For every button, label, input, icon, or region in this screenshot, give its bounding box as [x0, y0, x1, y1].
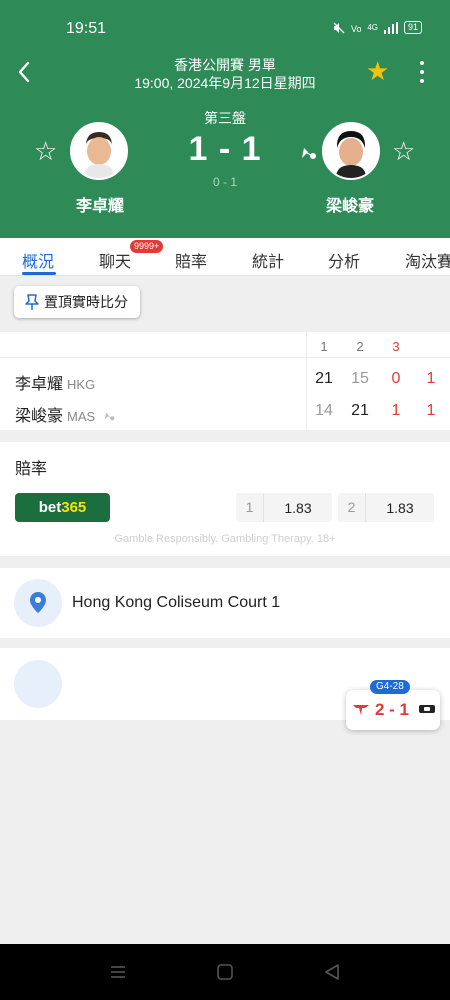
score-cell: 0	[391, 370, 401, 387]
set-3-header: 3	[392, 339, 400, 354]
total-cell: 1	[426, 402, 436, 419]
status-icons: Vo 4G 91	[333, 21, 422, 34]
back-nav-icon[interactable]	[322, 962, 342, 982]
venue-name: Hong Kong Coliseum Court 1	[72, 594, 281, 611]
location-pin-icon	[14, 579, 62, 627]
odds-option-2[interactable]: 2 1.83	[338, 493, 434, 522]
header-divider	[0, 357, 450, 358]
home-player-name[interactable]: 李卓耀	[50, 192, 150, 216]
more-menu-icon[interactable]	[416, 58, 428, 86]
row-player-name: 梁峻豪	[15, 408, 64, 425]
status-bar: 19:51 Vo 4G 91	[0, 0, 450, 56]
pin-button-label: 置頂實時比分	[44, 294, 128, 310]
bookmaker-name-part2: 365	[61, 499, 87, 516]
floating-live-score-widget[interactable]: G4-28 2 - 1	[346, 680, 440, 730]
current-set-label: 第三盤	[204, 110, 246, 126]
odds-option-1[interactable]: 1 1.83	[236, 493, 332, 522]
battery-icon: 91	[403, 21, 422, 34]
away-player-avatar[interactable]	[322, 122, 380, 180]
row-player-country: MAS	[67, 409, 96, 424]
row-player-country: HKG	[67, 377, 96, 392]
system-nav-bar	[0, 944, 450, 1000]
tab-bar: 概況 聊天 9999+ 賠率 統計 分析 淘汰賽	[0, 238, 450, 276]
odds-section: 賠率 bet 365 1 1.83 2 1.83 Gamble Responsib…	[0, 442, 450, 556]
tab-overview[interactable]: 概況	[22, 248, 54, 272]
home-icon[interactable]	[215, 962, 235, 982]
tab-knockout[interactable]: 淘汰賽	[405, 248, 450, 272]
column-divider	[306, 332, 307, 430]
floating-score: 2 - 1	[375, 700, 410, 719]
score-cell: 14	[315, 402, 333, 419]
placeholder-avatar	[14, 660, 62, 708]
network-label: 4G	[367, 23, 378, 32]
tab-stats[interactable]: 統計	[252, 248, 284, 272]
current-game-score: 0 - 1	[212, 175, 237, 189]
bet365-logo[interactable]: bet 365	[15, 493, 110, 522]
odds-value: 1.83	[284, 499, 312, 516]
venue-section[interactable]: Hong Kong Coliseum Court 1	[0, 568, 450, 638]
tab-chat[interactable]: 聊天	[99, 248, 131, 272]
recent-apps-icon[interactable]	[108, 962, 128, 982]
team-logo-icon	[419, 705, 435, 713]
signal-icon	[383, 21, 398, 34]
volte-icon: Vo	[351, 24, 361, 34]
serving-shuttlecock-icon	[302, 148, 316, 159]
set-1-header: 1	[320, 339, 328, 354]
table-row[interactable]: 李卓耀 HKG	[15, 370, 95, 394]
odds-index: 1	[236, 493, 264, 522]
set-score-table: 1 2 3 李卓耀 HKG 21 15 0 1 梁峻豪 MAS 14 21 1 1	[0, 332, 450, 430]
svg-text:Vo: Vo	[351, 24, 361, 34]
chat-badge: 9999+	[130, 240, 164, 253]
score-cell: 21	[351, 402, 369, 419]
gambling-disclaimer: Gamble Responsibly. Gambling Therapy. 18…	[114, 533, 336, 545]
odds-index: 2	[338, 493, 366, 522]
tab-odds[interactable]: 賠率	[175, 248, 207, 272]
bookmaker-name-part1: bet	[38, 499, 62, 516]
score-cell: 1	[391, 402, 401, 419]
pin-live-score-button[interactable]: 置頂實時比分	[14, 286, 140, 318]
away-avatar-image	[324, 124, 378, 178]
score-cell: 21	[315, 370, 333, 387]
team-logo-icon	[353, 705, 369, 715]
row-player-name: 李卓耀	[15, 376, 64, 393]
tab-analysis[interactable]: 分析	[328, 248, 360, 272]
pin-icon	[25, 294, 39, 310]
score-cell: 15	[351, 370, 369, 387]
favorite-star-icon[interactable]: ★	[366, 58, 389, 84]
table-row[interactable]: 梁峻豪 MAS	[15, 402, 116, 426]
active-tab-indicator	[22, 272, 56, 275]
serving-shuttlecock-icon	[104, 412, 114, 421]
set-2-header: 2	[356, 339, 364, 354]
match-header: 19:51 Vo 4G 91 香港公開賽 男單 19:00, 2024年9月12…	[0, 0, 450, 238]
status-time: 19:51	[66, 20, 107, 37]
odds-title: 賠率	[15, 461, 48, 478]
mute-icon	[333, 22, 345, 33]
floating-game-tag: G4-28	[370, 680, 410, 694]
total-cell: 1	[426, 370, 436, 387]
match-score: 1 - 1	[188, 130, 262, 168]
odds-value: 1.83	[386, 499, 414, 516]
away-player-name[interactable]: 梁峻豪	[300, 192, 400, 216]
follow-away-star-icon[interactable]: ☆	[392, 138, 415, 164]
